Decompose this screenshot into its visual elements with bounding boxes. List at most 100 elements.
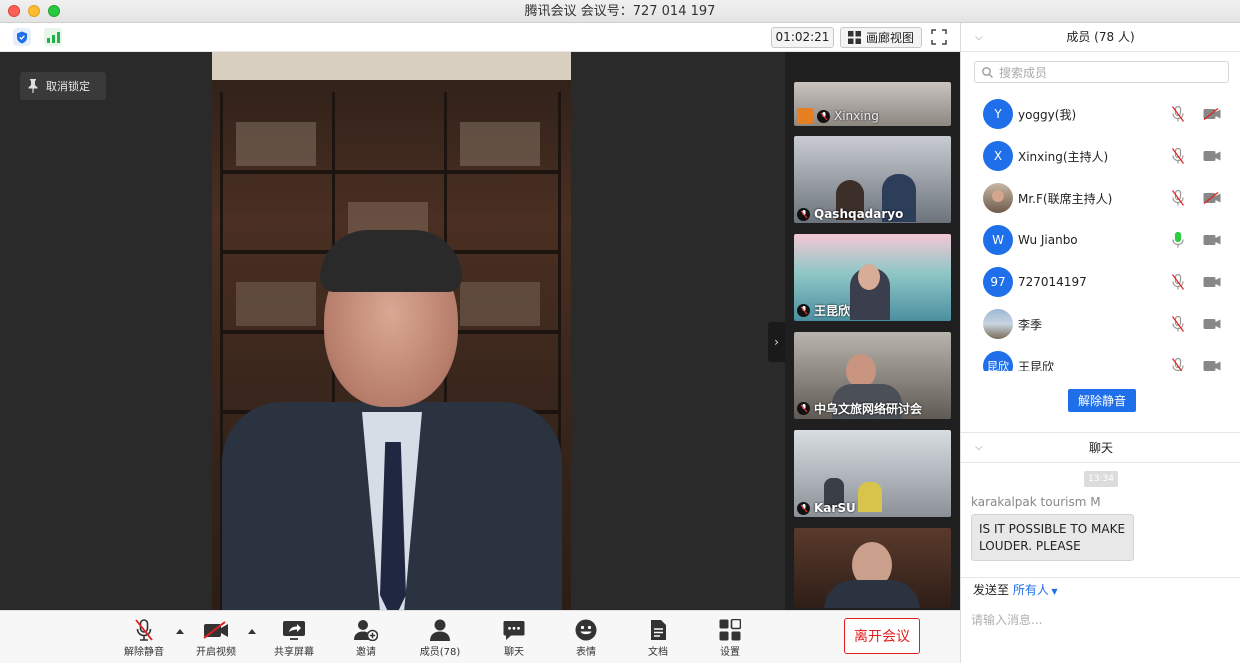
signal-strength-icon[interactable] bbox=[44, 28, 62, 46]
shield-icon[interactable] bbox=[13, 28, 31, 46]
chat-timestamp: 13:34 bbox=[1084, 471, 1118, 487]
mic-muted-icon[interactable] bbox=[1172, 189, 1184, 209]
share-screen-icon bbox=[283, 621, 305, 640]
reactions-button[interactable]: 表情 bbox=[558, 617, 614, 658]
member-search-input[interactable]: 搜索成员 bbox=[974, 61, 1229, 83]
avatar bbox=[983, 309, 1013, 339]
members-header[interactable]: ⌵ 成员 (78 人) bbox=[961, 23, 1240, 52]
chevron-right-icon: › bbox=[774, 335, 779, 349]
member-row[interactable]: 李季 bbox=[961, 303, 1240, 345]
active-speaker-video[interactable] bbox=[212, 52, 571, 610]
send-to-row: 发送至 所有人 ▼ bbox=[961, 577, 1240, 603]
thumbnail-tile[interactable]: Qashqadaryo bbox=[794, 136, 951, 223]
thumbnail-tile[interactable]: 王昆欣 bbox=[794, 234, 951, 321]
unlock-pin-button[interactable]: 取消锁定 bbox=[20, 72, 106, 100]
apps-grid-icon bbox=[719, 619, 741, 641]
member-row[interactable]: X Xinxing(主持人) bbox=[961, 135, 1240, 177]
mic-muted-icon[interactable] bbox=[1172, 315, 1184, 335]
invite-button[interactable]: 邀请 bbox=[338, 617, 394, 658]
send-to-dropdown[interactable]: 所有人 ▼ bbox=[1013, 583, 1058, 597]
mic-muted-icon bbox=[797, 207, 810, 221]
thumbnail-tile[interactable]: KarSU bbox=[794, 430, 951, 517]
camera-icon[interactable] bbox=[1203, 360, 1221, 371]
member-name: Mr.F(联席主持人) bbox=[1018, 191, 1113, 206]
gallery-view-button[interactable]: 画廊视图 bbox=[840, 27, 922, 48]
thumbnail-tile[interactable] bbox=[794, 528, 951, 608]
unmute-button[interactable]: 解除静音 bbox=[116, 617, 172, 658]
fullscreen-icon[interactable] bbox=[930, 28, 948, 46]
member-list: Y yoggy(我) X Xinxing(主持人) Mr.F(联席主持人) W … bbox=[961, 93, 1240, 371]
unmute-label: 解除静音 bbox=[124, 647, 164, 658]
minimize-window-button[interactable] bbox=[28, 5, 40, 17]
member-name: Xinxing(主持人) bbox=[1018, 149, 1109, 164]
avatar: 97 bbox=[983, 267, 1013, 297]
meeting-controls-bar: 解除静音 开启视频 共享屏幕 邀请 成员(78) 聊天 表情 文档 设置 离开会… bbox=[0, 610, 960, 663]
settings-button[interactable]: 设置 bbox=[702, 617, 758, 658]
video-options-caret[interactable] bbox=[248, 629, 256, 634]
chat-sender: karakalpak tourism M bbox=[971, 495, 1101, 509]
video-toolbar: 01:02:21 画廊视图 bbox=[0, 23, 960, 52]
title-bar: 腾讯会议 会议号：727 014 197 bbox=[0, 0, 1240, 23]
camera-icon[interactable] bbox=[1203, 150, 1221, 165]
camera-off-icon[interactable] bbox=[1203, 191, 1221, 207]
mic-muted-icon bbox=[817, 109, 830, 123]
share-screen-label: 共享屏幕 bbox=[274, 647, 314, 658]
chevron-down-icon: ⌵ bbox=[975, 32, 983, 43]
unmute-all-button[interactable]: 解除静音 bbox=[1068, 389, 1136, 412]
avatar bbox=[983, 183, 1013, 213]
member-row[interactable]: 昆欣 王昆欣 bbox=[961, 345, 1240, 371]
collapse-thumbnails-button[interactable]: › bbox=[768, 322, 785, 362]
member-row[interactable]: Y yoggy(我) bbox=[961, 93, 1240, 135]
avatar: 昆欣 bbox=[983, 351, 1013, 371]
chat-message-line: LOUDER. PLEASE bbox=[979, 539, 1081, 553]
side-panel: ⌵ 成员 (78 人) 搜索成员 Y yoggy(我) X Xinxing(主持… bbox=[960, 23, 1240, 663]
smiley-icon bbox=[575, 619, 597, 641]
camera-icon[interactable] bbox=[1203, 234, 1221, 249]
person-icon bbox=[797, 108, 813, 124]
mic-speaking-icon[interactable] bbox=[1172, 231, 1184, 251]
mic-muted-icon bbox=[797, 402, 810, 415]
mic-muted-icon[interactable] bbox=[1172, 147, 1184, 167]
member-row[interactable]: W Wu Jianbo bbox=[961, 219, 1240, 261]
start-video-button[interactable]: 开启视频 bbox=[188, 617, 244, 658]
documents-button[interactable]: 文档 bbox=[630, 617, 686, 658]
mic-muted-icon bbox=[135, 619, 153, 641]
chevron-down-icon: ⌵ bbox=[975, 442, 983, 453]
thumbnail-name: Qashqadaryo bbox=[814, 207, 904, 221]
search-placeholder: 搜索成员 bbox=[999, 65, 1048, 80]
documents-label: 文档 bbox=[648, 647, 668, 658]
caret-down-icon: ▼ bbox=[1048, 587, 1058, 596]
send-to-label: 发送至 bbox=[973, 583, 1010, 597]
member-row[interactable]: Mr.F(联席主持人) bbox=[961, 177, 1240, 219]
chat-button[interactable]: 聊天 bbox=[486, 617, 542, 658]
chat-header[interactable]: ⌵ 聊天 bbox=[961, 432, 1240, 463]
mic-muted-icon[interactable] bbox=[1172, 357, 1184, 371]
members-button[interactable]: 成员(78) bbox=[412, 617, 468, 658]
camera-icon[interactable] bbox=[1203, 318, 1221, 333]
mic-muted-icon bbox=[797, 501, 810, 515]
leave-meeting-button[interactable]: 离开会议 bbox=[844, 618, 920, 654]
add-person-icon bbox=[354, 620, 378, 641]
person-icon bbox=[430, 619, 450, 641]
thumbnail-tile[interactable]: 中乌文旅网络研讨会 bbox=[794, 332, 951, 419]
share-screen-button[interactable]: 共享屏幕 bbox=[266, 617, 322, 658]
zoom-window-button[interactable] bbox=[48, 5, 60, 17]
camera-icon[interactable] bbox=[1203, 276, 1221, 291]
thumbnail-tile[interactable]: Xinxing bbox=[794, 82, 951, 126]
audio-options-caret[interactable] bbox=[176, 629, 184, 634]
thumbnail-name: 王昆欣 bbox=[814, 304, 851, 318]
member-row[interactable]: 97 727014197 bbox=[961, 261, 1240, 303]
app-window: 腾讯会议 会议号：727 014 197 01:02:21 画廊视图 取消锁定 bbox=[0, 0, 1240, 663]
mic-muted-icon[interactable] bbox=[1172, 273, 1184, 293]
mic-muted-icon bbox=[797, 304, 810, 317]
chat-label: 聊天 bbox=[504, 647, 524, 658]
gallery-view-label: 画廊视图 bbox=[865, 31, 914, 45]
pin-icon bbox=[28, 79, 38, 93]
mic-muted-icon[interactable] bbox=[1172, 105, 1184, 125]
chat-message-input[interactable]: 请输入消息... bbox=[971, 611, 1042, 628]
camera-off-icon[interactable] bbox=[1203, 107, 1221, 123]
thumbnail-name: 中乌文旅网络研讨会 bbox=[814, 402, 923, 416]
participant-thumbnails: Xinxing Qashqadaryo 王昆欣 中乌文旅网络研讨会 KarSU bbox=[785, 52, 960, 610]
document-icon bbox=[650, 620, 666, 640]
close-window-button[interactable] bbox=[8, 5, 20, 17]
